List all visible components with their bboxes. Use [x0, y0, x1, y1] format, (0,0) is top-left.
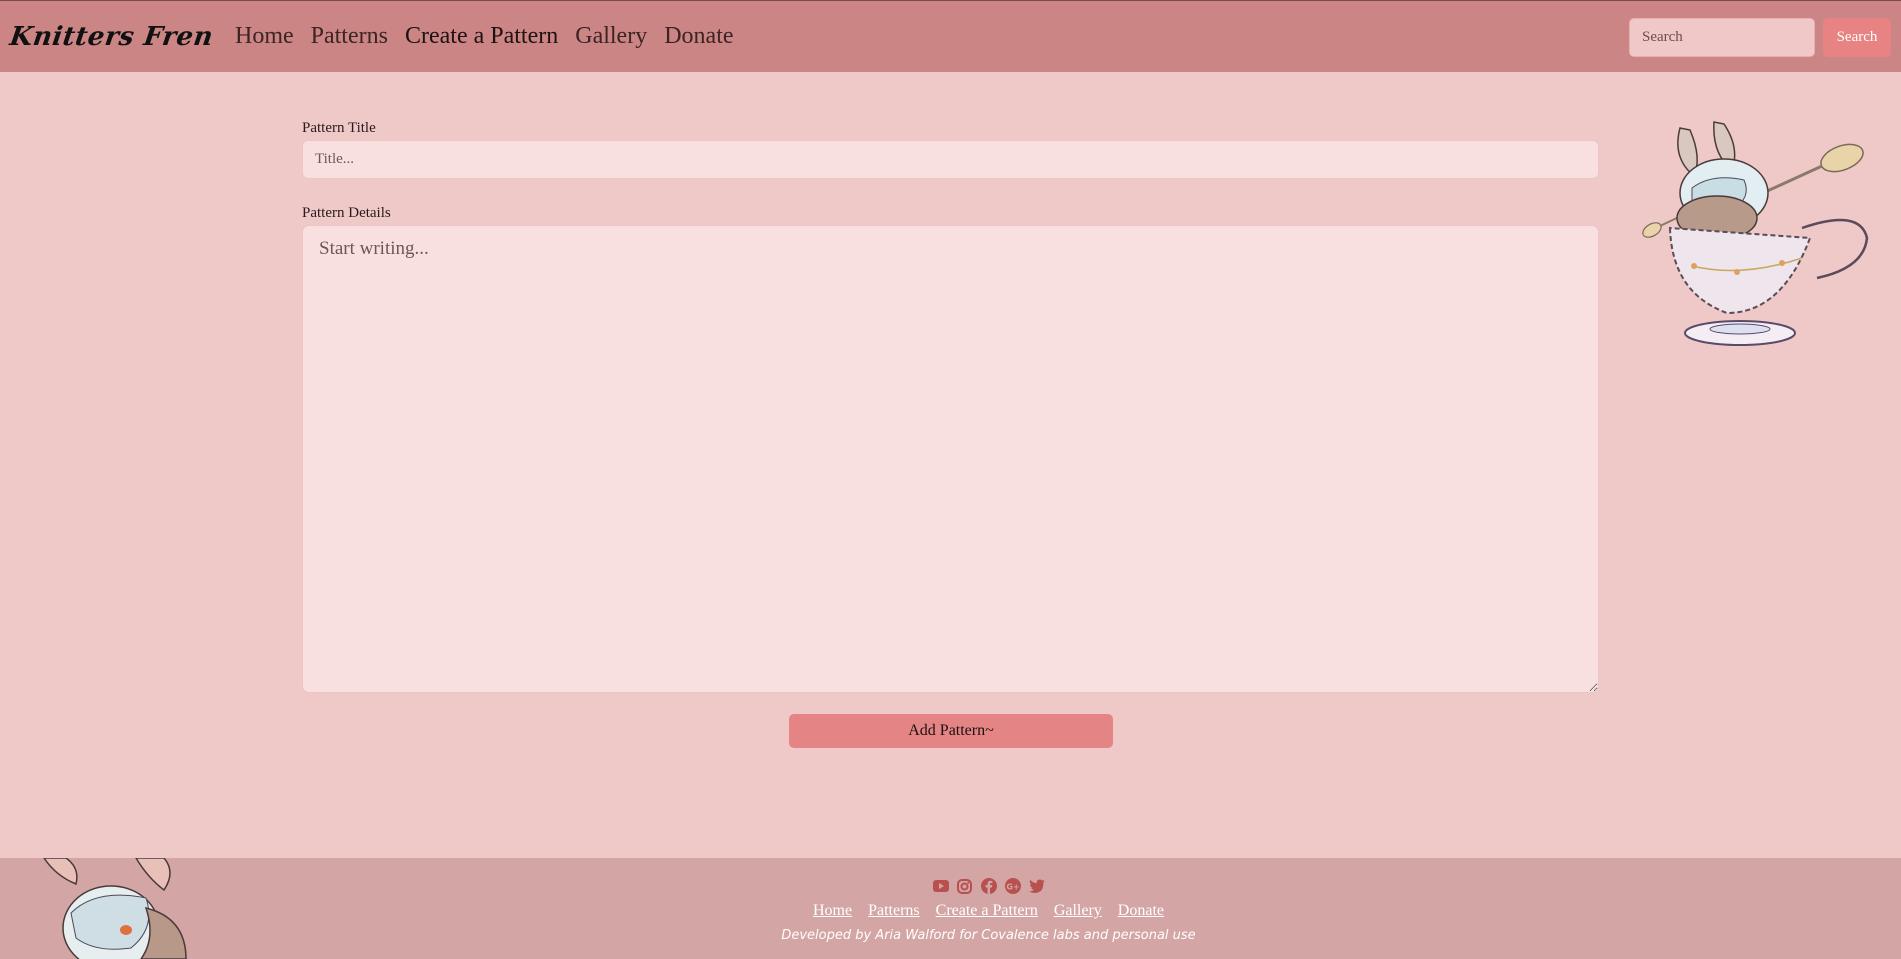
footer-credit: Developed by Aria Walford for Covalence …: [781, 928, 1196, 943]
footer-links: Home Patterns Create a Pattern Gallery D…: [0, 902, 1901, 920]
twitter-icon[interactable]: [1028, 877, 1046, 895]
instagram-icon[interactable]: [956, 877, 974, 895]
svg-text:G+: G+: [1006, 883, 1019, 892]
footer-link-gallery[interactable]: Gallery: [1054, 902, 1102, 920]
pattern-title-input[interactable]: [302, 140, 1599, 179]
navbar: Knitters Fren Home Patterns Create a Pat…: [0, 0, 1901, 72]
nav-link-patterns[interactable]: Patterns: [311, 23, 388, 50]
nav-link-donate[interactable]: Donate: [664, 23, 733, 50]
footer-link-patterns[interactable]: Patterns: [868, 902, 920, 920]
search-button[interactable]: Search: [1823, 18, 1891, 57]
pattern-title-label: Pattern Title: [302, 120, 376, 136]
add-pattern-button[interactable]: Add Pattern~: [789, 714, 1113, 748]
nav-link-gallery[interactable]: Gallery: [575, 23, 647, 50]
nav-link-home[interactable]: Home: [235, 23, 294, 50]
footer-link-home[interactable]: Home: [813, 902, 852, 920]
footer-link-create-pattern[interactable]: Create a Pattern: [936, 902, 1038, 920]
brand-logo[interactable]: Knitters Fren: [8, 22, 215, 52]
google-plus-icon[interactable]: G+: [1004, 877, 1022, 895]
pattern-details-label: Pattern Details: [302, 205, 391, 221]
nav-link-create-pattern[interactable]: Create a Pattern: [405, 23, 558, 50]
bunny-teacup-illustration: [1642, 121, 1869, 346]
footer-link-donate[interactable]: Donate: [1118, 902, 1164, 920]
search-input[interactable]: [1629, 18, 1815, 57]
nav-links: Home Patterns Create a Pattern Gallery D…: [235, 23, 751, 50]
pattern-details-textarea[interactable]: [302, 225, 1599, 693]
facebook-icon[interactable]: [980, 877, 998, 895]
search-form: Search: [1629, 18, 1891, 57]
youtube-icon[interactable]: [932, 877, 950, 895]
footer: G+ Home Patterns Create a Pattern Galler…: [0, 858, 1901, 959]
social-icons: G+: [0, 877, 1901, 895]
create-pattern-form: Pattern Title Pattern Details: [302, 120, 1599, 698]
